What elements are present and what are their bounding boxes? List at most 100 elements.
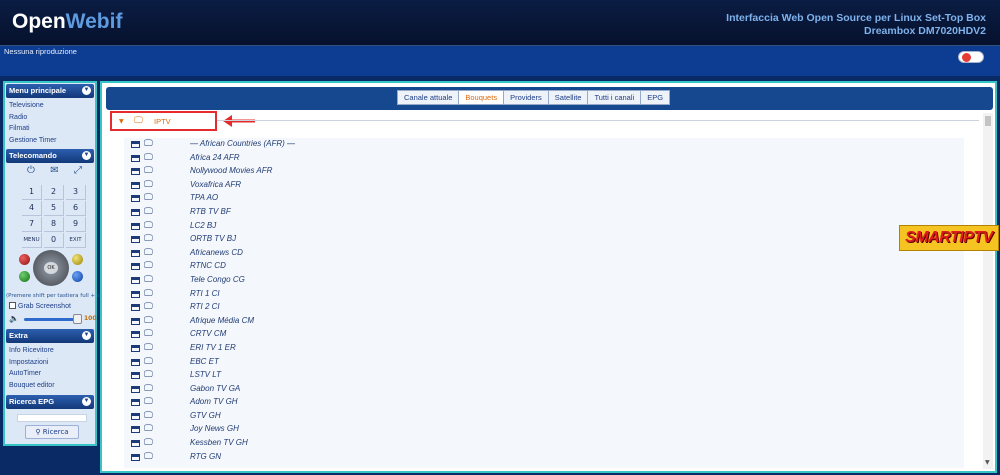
power-icon[interactable]: ⏻ — [27, 165, 35, 179]
epg-icon[interactable] — [131, 317, 140, 325]
channel-row[interactable]: 🖵 Tele Congo CG — [124, 274, 964, 288]
channel-name[interactable]: EBC ET — [190, 357, 219, 366]
epg-icon[interactable] — [131, 141, 140, 148]
scrollbar-thumb[interactable] — [985, 116, 991, 126]
menu-item-timers[interactable]: Gestione Timer — [5, 135, 95, 147]
channel-name[interactable]: LC2 BJ — [190, 221, 216, 230]
channel-row[interactable]: 🖵 RTB TV BF — [124, 206, 964, 220]
remote-key-5[interactable]: 5 — [44, 201, 64, 216]
bouquet-iptv[interactable]: ▼ 🖵 IPTV — [110, 111, 217, 131]
channel-row[interactable]: 🖵 — African Countries (AFR) — — [124, 138, 964, 152]
remote-dpad[interactable]: OK — [33, 250, 69, 286]
channel-name[interactable]: Nollywood Movies AFR — [190, 166, 272, 175]
menu-item-radio[interactable]: Radio — [5, 112, 95, 124]
epg-icon[interactable] — [131, 181, 140, 189]
epg-icon[interactable] — [131, 304, 140, 312]
remote-red-button[interactable] — [19, 254, 30, 265]
stream-icon[interactable]: 🖵 — [144, 302, 153, 312]
scroll-down-icon[interactable]: ▼ — [985, 459, 990, 466]
volume-slider-thumb[interactable] — [73, 314, 82, 324]
epg-icon[interactable] — [131, 249, 140, 257]
channel-row[interactable]: 🖵 Kessben TV GH — [124, 437, 964, 451]
channel-name[interactable]: ORTB TV BJ — [190, 234, 236, 243]
remote-ok-button[interactable]: OK — [44, 262, 58, 274]
remote-green-button[interactable] — [19, 271, 30, 282]
menu-item-receiver-info[interactable]: Info Ricevitore — [5, 345, 95, 357]
tab-bouquets[interactable]: Bouquets — [458, 90, 505, 105]
stream-icon[interactable]: 🖵 — [144, 139, 153, 149]
menu-item-autotimer[interactable]: AutoTimer — [5, 368, 95, 380]
stream-icon[interactable]: 🖵 — [144, 275, 153, 285]
epg-icon[interactable] — [131, 236, 140, 244]
expand-icon[interactable]: ⤢ — [74, 165, 82, 179]
channel-name[interactable]: RTB TV BF — [190, 207, 231, 216]
epg-icon[interactable] — [131, 222, 140, 230]
stream-icon[interactable]: 🖵 — [144, 180, 153, 190]
stream-icon[interactable]: 🖵 — [144, 343, 153, 353]
stream-icon[interactable]: 🖵 — [144, 261, 153, 271]
channel-row[interactable]: 🖵 ORTB TV BJ — [124, 233, 964, 247]
epg-search-header[interactable]: Ricerca EPG ▼ — [6, 395, 94, 409]
theme-toggle[interactable] — [958, 51, 984, 63]
stream-icon[interactable]: 🖵 — [144, 329, 153, 339]
channel-name[interactable]: RTNC CD — [190, 261, 226, 270]
remote-key-2[interactable]: 2 — [44, 185, 64, 200]
tab-current-channel[interactable]: Canale attuale — [397, 90, 460, 105]
channel-name[interactable]: RTG GN — [190, 452, 221, 461]
stream-icon[interactable]: 🖵 — [144, 221, 153, 231]
menu-item-settings[interactable]: Impostazioni — [5, 357, 95, 369]
extra-header[interactable]: Extra ▼ — [6, 329, 94, 343]
stream-icon[interactable]: 🖵 — [144, 207, 153, 217]
channel-name[interactable]: RTI 1 CI — [190, 289, 220, 298]
grab-screenshot[interactable]: Grab Screenshot — [9, 302, 71, 310]
channel-row[interactable]: 🖵 EBC ET — [124, 356, 964, 370]
channel-name[interactable]: Africa 24 AFR — [190, 153, 240, 162]
mail-icon[interactable]: ✉ — [50, 165, 58, 179]
channel-row[interactable]: 🖵 RTI 1 CI — [124, 288, 964, 302]
remote-key-4[interactable]: 4 — [22, 201, 42, 216]
channel-row[interactable]: 🖵 Africanews CD — [124, 247, 964, 261]
channel-name[interactable]: Gabon TV GA — [190, 384, 240, 393]
channel-row[interactable]: 🖵 Gabon TV GA — [124, 383, 964, 397]
remote-key-menu[interactable]: MENU — [22, 233, 42, 248]
channel-name[interactable]: Voxafrica AFR — [190, 180, 241, 189]
chevron-down-icon[interactable]: ▼ — [82, 331, 91, 340]
channel-name[interactable]: LSTV LT — [190, 370, 221, 379]
remote-key-1[interactable]: 1 — [22, 185, 42, 200]
stream-icon[interactable]: 🖵 — [144, 248, 153, 258]
stream-icon[interactable]: 🖵 — [144, 384, 153, 394]
stream-icon[interactable]: 🖵 — [144, 316, 153, 326]
channel-row[interactable]: 🖵 Afrique Média CM — [124, 315, 964, 329]
remote-header[interactable]: Telecomando ▼ — [6, 149, 94, 163]
speaker-icon[interactable]: 🔈 — [9, 314, 19, 323]
chevron-down-icon[interactable]: ▼ — [82, 86, 91, 95]
scrollbar[interactable]: ▼ — [983, 113, 993, 469]
stream-icon[interactable]: 🖵 — [144, 438, 153, 448]
channel-name[interactable]: — African Countries (AFR) — — [190, 139, 295, 148]
channel-name[interactable]: Africanews CD — [190, 248, 243, 257]
stream-icon[interactable]: 🖵 — [144, 370, 153, 380]
channel-name[interactable]: GTV GH — [190, 411, 221, 420]
channel-name[interactable]: ERI TV 1 ER — [190, 343, 236, 352]
menu-item-television[interactable]: Televisione — [5, 100, 95, 112]
channel-row[interactable]: 🖵 ERI TV 1 ER — [124, 342, 964, 356]
remote-key-8[interactable]: 8 — [44, 217, 64, 232]
channel-row[interactable]: 🖵 Adom TV GH — [124, 396, 964, 410]
channel-row[interactable]: 🖵 Africa 24 AFR — [124, 152, 964, 166]
stream-icon[interactable]: 🖵 — [144, 452, 153, 462]
epg-icon[interactable] — [131, 263, 140, 271]
tab-providers[interactable]: Providers — [503, 90, 549, 105]
channel-name[interactable]: Kessben TV GH — [190, 438, 248, 447]
channel-name[interactable]: Afrique Média CM — [190, 316, 254, 325]
channel-row[interactable]: 🖵 LC2 BJ — [124, 220, 964, 234]
stream-icon[interactable]: 🖵 — [144, 411, 153, 421]
remote-key-9[interactable]: 9 — [66, 217, 86, 232]
remote-yellow-button[interactable] — [72, 254, 83, 265]
main-menu-header[interactable]: Menu principale ▼ — [6, 84, 94, 98]
channel-row[interactable]: 🖵 Joy News GH — [124, 423, 964, 437]
epg-icon[interactable] — [131, 453, 140, 461]
menu-item-movies[interactable]: Filmati — [5, 123, 95, 135]
stream-icon[interactable]: 🖵 — [144, 166, 153, 176]
remote-key-6[interactable]: 6 — [66, 201, 86, 216]
channel-name[interactable]: Tele Congo CG — [190, 275, 245, 284]
